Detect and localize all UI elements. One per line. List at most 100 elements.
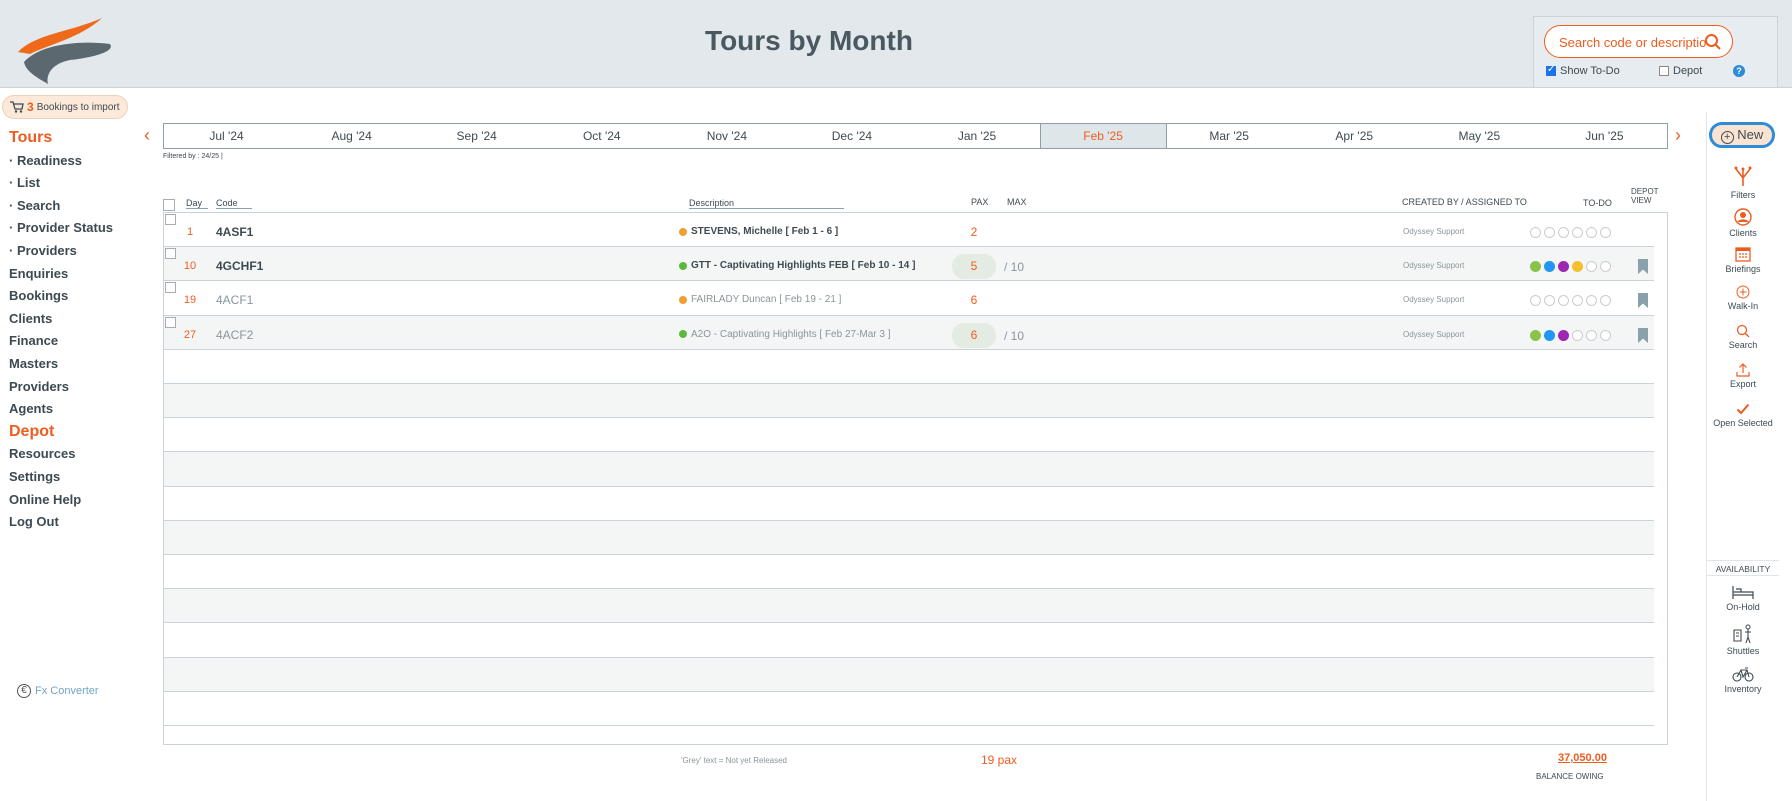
sidebar-item-online-help[interactable]: Online Help <box>9 489 113 512</box>
month-tab[interactable]: Jul '24 <box>164 124 289 148</box>
on-hold-button[interactable]: On-Hold <box>1707 584 1779 612</box>
todo-dot-icon[interactable] <box>1544 329 1555 341</box>
sidebar-item-search[interactable]: · Search <box>9 195 113 218</box>
row-code[interactable]: 4ACF1 <box>216 293 253 307</box>
month-tab[interactable]: Jan '25 <box>914 124 1039 148</box>
row-description[interactable]: A2O - Captivating Highlights [ Feb 27-Ma… <box>679 329 891 340</box>
todo-dot-icon[interactable] <box>1600 227 1611 238</box>
bookings-to-import-button[interactable]: 3 Bookings to import <box>2 95 128 119</box>
sidebar-item-log-out[interactable]: Log Out <box>9 511 113 534</box>
sidebar-item-bookings[interactable]: Bookings <box>9 285 113 308</box>
depot-check-icon[interactable] <box>1659 66 1669 76</box>
row-code[interactable]: 4ASF1 <box>216 225 253 239</box>
todo-dot-icon[interactable] <box>1558 295 1569 307</box>
bookmark-icon[interactable] <box>1637 259 1649 275</box>
sidebar-item-providers[interactable]: · Providers <box>9 240 113 263</box>
todo-dot-icon[interactable] <box>1600 295 1611 307</box>
bookmark-icon[interactable] <box>1637 327 1649 343</box>
shuttles-button[interactable]: Shuttles <box>1707 624 1779 656</box>
todo-dot-icon[interactable] <box>1558 227 1569 238</box>
sidebar-item-list[interactable]: · List <box>9 172 113 195</box>
balance-owing-link[interactable]: 37,050.00 <box>1558 752 1607 764</box>
todo-dot-icon[interactable] <box>1572 329 1583 341</box>
col-description[interactable]: Description <box>689 198 845 209</box>
sidebar-item-enquiries[interactable]: Enquiries <box>9 263 113 286</box>
depot-checkbox[interactable]: Depot <box>1659 65 1702 77</box>
sidebar-item-masters[interactable]: Masters <box>9 353 113 376</box>
row-todo[interactable] <box>1530 261 1611 273</box>
todo-dot-icon[interactable] <box>1530 295 1541 307</box>
row-todo[interactable] <box>1530 295 1611 307</box>
todo-dot-icon[interactable] <box>1530 261 1541 273</box>
month-tab[interactable]: May '25 <box>1417 124 1542 148</box>
month-tab[interactable]: Jun '25 <box>1542 124 1667 148</box>
sidebar-item-settings[interactable]: Settings <box>9 466 113 489</box>
sidebar-item-providers[interactable]: Providers <box>9 376 113 399</box>
month-tab[interactable]: Aug '24 <box>289 124 414 148</box>
clients-button[interactable]: Clients <box>1707 208 1779 238</box>
todo-dot-icon[interactable] <box>1586 329 1597 341</box>
row-checkbox[interactable] <box>165 214 176 225</box>
row-checkbox[interactable] <box>165 248 176 260</box>
sidebar-item-clients[interactable]: Clients <box>9 308 113 331</box>
col-day[interactable]: Day <box>186 198 209 209</box>
sidebar-item-provider-status[interactable]: · Provider Status <box>9 217 113 240</box>
row-code[interactable]: 4GCHF1 <box>216 259 263 273</box>
table-row[interactable]: 1 4ASF1 STEVENS, Michelle [ Feb 1 - 6 ] … <box>164 213 1654 248</box>
walk-in-button[interactable]: Walk-In <box>1707 285 1779 311</box>
month-tab[interactable]: Dec '24 <box>789 124 914 148</box>
table-row[interactable]: 19 4ACF1 FAIRLADY Duncan [ Feb 19 - 21 ]… <box>164 281 1654 316</box>
sidebar-item-tours[interactable]: Tours <box>9 127 113 150</box>
new-button[interactable]: + New <box>1709 122 1775 148</box>
month-tab[interactable]: Oct '24 <box>539 124 664 148</box>
todo-dot-icon[interactable] <box>1572 227 1583 238</box>
row-code[interactable]: 4ACF2 <box>216 328 253 342</box>
show-todo-checkbox[interactable]: Show To-Do <box>1546 64 1620 77</box>
month-tab[interactable]: Feb '25 <box>1039 124 1167 148</box>
search-field[interactable] <box>1544 25 1733 58</box>
todo-dot-icon[interactable] <box>1586 227 1597 238</box>
inventory-button[interactable]: Inventory <box>1707 666 1779 694</box>
todo-dot-icon[interactable] <box>1586 295 1597 307</box>
col-code[interactable]: Code <box>216 198 252 209</box>
bookmark-icon[interactable] <box>1637 293 1649 309</box>
open-selected-button[interactable]: Open Selected <box>1707 402 1779 428</box>
sidebar-item-depot[interactable]: Depot <box>9 421 113 444</box>
todo-dot-icon[interactable] <box>1572 261 1583 273</box>
search-icon[interactable] <box>1704 33 1722 51</box>
sidebar-item-finance[interactable]: Finance <box>9 330 113 353</box>
todo-dot-icon[interactable] <box>1558 329 1569 341</box>
sidebar-item-agents[interactable]: Agents <box>9 398 113 421</box>
month-tab[interactable]: Nov '24 <box>664 124 789 148</box>
fx-converter-link[interactable]: € Fx Converter <box>17 684 99 698</box>
todo-dot-icon[interactable] <box>1530 227 1541 238</box>
table-row[interactable]: 10 4GCHF1 GTT - Captivating Highlights F… <box>164 247 1654 282</box>
todo-dot-icon[interactable] <box>1600 329 1611 341</box>
month-tab[interactable]: Sep '24 <box>414 124 539 148</box>
month-tab[interactable]: Apr '25 <box>1292 124 1417 148</box>
search-input[interactable] <box>1559 32 1707 52</box>
select-all-checkbox[interactable] <box>163 199 175 211</box>
table-row[interactable]: 27 4ACF2 A2O - Captivating Highlights [ … <box>164 315 1654 350</box>
todo-dot-icon[interactable] <box>1530 329 1541 341</box>
next-month-arrow-icon[interactable]: › <box>1675 125 1681 146</box>
show-todo-check-icon[interactable] <box>1546 64 1556 76</box>
sidebar-item-readiness[interactable]: · Readiness <box>9 150 113 173</box>
todo-dot-icon[interactable] <box>1600 261 1611 273</box>
todo-dot-icon[interactable] <box>1544 261 1555 273</box>
todo-dot-icon[interactable] <box>1572 295 1583 307</box>
prev-month-arrow-icon[interactable]: ‹ <box>144 125 150 146</box>
todo-dot-icon[interactable] <box>1558 261 1569 273</box>
todo-dot-icon[interactable] <box>1586 261 1597 273</box>
row-todo[interactable] <box>1530 227 1611 238</box>
sidebar-item-resources[interactable]: Resources <box>9 443 113 466</box>
row-description[interactable]: GTT - Captivating Highlights FEB [ Feb 1… <box>679 260 915 271</box>
row-description[interactable]: STEVENS, Michelle [ Feb 1 - 6 ] <box>679 226 838 237</box>
row-todo[interactable] <box>1530 329 1611 341</box>
row-checkbox[interactable] <box>165 282 176 294</box>
help-icon[interactable]: ? <box>1733 65 1745 77</box>
todo-dot-icon[interactable] <box>1544 295 1555 307</box>
briefings-button[interactable]: Briefings <box>1707 246 1779 274</box>
row-checkbox[interactable] <box>165 316 176 328</box>
row-description[interactable]: FAIRLADY Duncan [ Feb 19 - 21 ] <box>679 294 841 305</box>
